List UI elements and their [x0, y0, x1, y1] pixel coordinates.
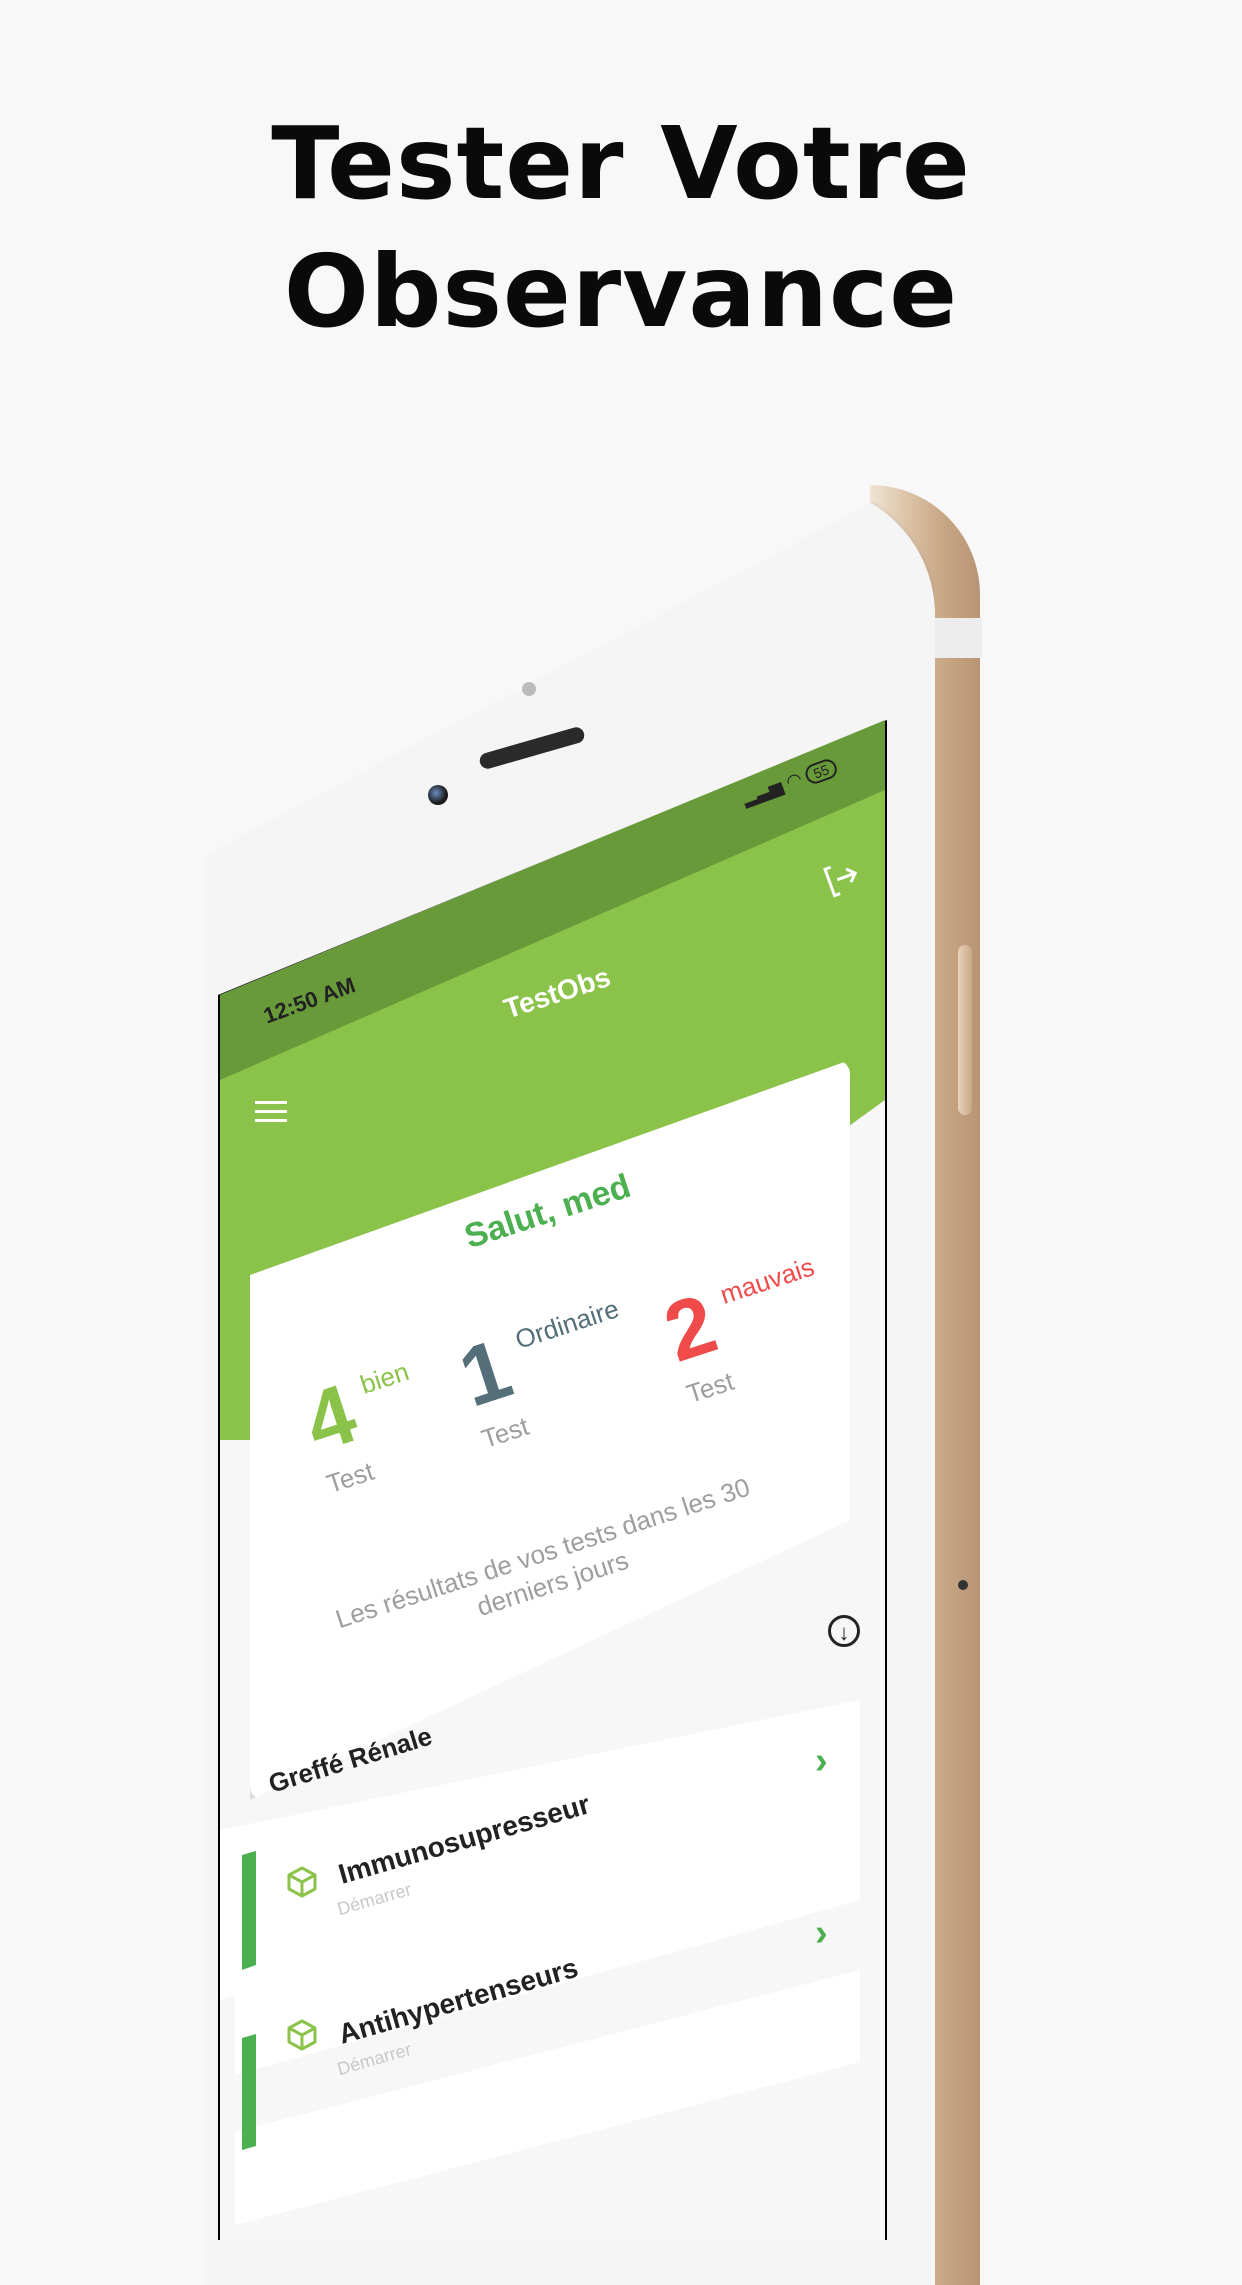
proximity-sensor — [522, 682, 536, 696]
download-icon[interactable]: ↓ — [828, 1615, 860, 1647]
cube-icon — [285, 1865, 319, 1899]
chevron-right-icon[interactable]: › — [815, 1740, 828, 1783]
wifi-icon: ◠ — [783, 768, 805, 793]
list-item-accent — [242, 1851, 256, 1970]
headline-line-2: Observance — [283, 233, 959, 350]
cube-icon — [285, 2018, 319, 2052]
headline-line-1: Tester Votre — [271, 105, 971, 222]
chevron-right-icon[interactable]: › — [815, 1912, 828, 1955]
mic-hole — [958, 1580, 968, 1590]
list-item-accent — [242, 2034, 256, 2150]
stat-good-label: bien — [356, 1356, 413, 1400]
front-camera-icon — [428, 785, 448, 805]
power-button — [958, 945, 972, 1115]
menu-icon[interactable] — [255, 1095, 287, 1123]
page-headline: Tester Votre Observance — [0, 100, 1242, 356]
